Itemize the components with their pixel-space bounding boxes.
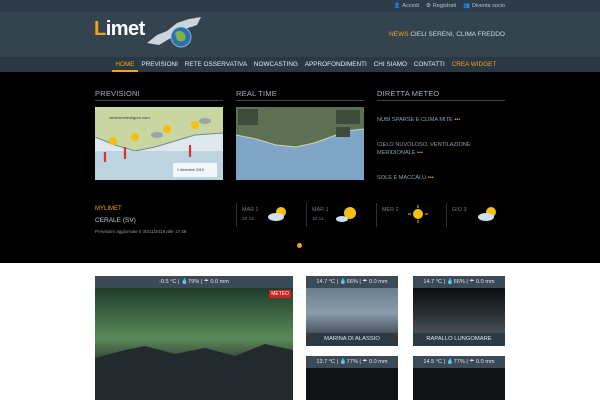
- forecast-map[interactable]: centrometeoligure.com 1 dicembre 2015: [95, 107, 223, 180]
- diretta-title[interactable]: DIRETTA METEO: [377, 89, 439, 98]
- news-ticker[interactable]: NEWS CIELI SERENI, CLIMA FREDDO: [389, 31, 505, 38]
- realtime-title[interactable]: REAL TIME: [236, 89, 277, 98]
- more-dots: •••: [454, 117, 461, 123]
- top-utility-bar: 👤 Accedi ⚙ Registrati 👥 Diventa socio: [0, 0, 600, 12]
- nav-contatti[interactable]: CONTATTI: [410, 57, 448, 72]
- diventa-socio-label: Diventa socio: [471, 3, 505, 9]
- forecast-temp: 10 12: [242, 217, 255, 222]
- registrati-label: Registrati: [432, 3, 457, 9]
- accedi-label: Accedi: [402, 3, 419, 9]
- previsioni-title[interactable]: PREVISIONI: [95, 89, 140, 98]
- nav-chi-siamo[interactable]: CHI SIAMO: [370, 57, 410, 72]
- sun-icon: [408, 205, 428, 223]
- divider: [95, 100, 223, 101]
- more-dots: •••: [427, 175, 434, 181]
- diretta-text: NUBI SPARSE E CLIMA MITE: [377, 117, 453, 123]
- realtime-map[interactable]: [236, 107, 364, 180]
- main-nav: HOME PREVISIONI RETE OSSERVATIVA NOWCAST…: [0, 57, 600, 72]
- webcam-stats: 14.5 °C | 💧77% | ☂ 0.0 mm: [413, 356, 505, 368]
- forecast-day[interactable]: MAR 1 10 11: [306, 203, 366, 227]
- forecast-day-label: MAR 1: [312, 207, 329, 213]
- webcam-tile[interactable]: 14.5 °C | 💧77% | ☂ 0.0 mm: [413, 356, 505, 400]
- gear-icon: ⚙: [425, 3, 431, 9]
- forecast-day-label: MAR 1: [242, 207, 259, 213]
- globe-logo-icon: [147, 17, 201, 48]
- nav-rete-osservativa[interactable]: RETE OSSERVATIVA: [181, 57, 250, 72]
- sun-cloud-icon: [336, 207, 356, 222]
- nav-home[interactable]: HOME: [112, 57, 138, 72]
- forecast-day-label: MER 2: [382, 207, 399, 213]
- nav-previsioni[interactable]: PREVISIONI: [138, 57, 181, 72]
- logo-text: imet: [105, 18, 146, 40]
- partly-cloudy-icon: [478, 207, 496, 221]
- diretta-item[interactable]: CIELO NUVOLOSO, VENTILAZIONE MERIDIONALE…: [377, 141, 477, 157]
- accedi-link[interactable]: 👤 Accedi: [394, 3, 419, 9]
- logo[interactable]: Limet: [94, 18, 145, 41]
- updated-text: Previsioni aggiornate il 30/11/2015 alle…: [95, 229, 187, 234]
- realtime-radar-icon: [236, 107, 364, 180]
- logo-initial: L: [94, 18, 106, 40]
- more-dots: •••: [417, 150, 423, 156]
- forecast-day-label: GIO 3: [452, 207, 467, 213]
- site-header: [0, 12, 600, 57]
- webcam-tile[interactable]: 13.7 °C | 💧77% | ☂ 0.0 mm: [306, 356, 398, 400]
- divider: [236, 100, 364, 101]
- forecast-day[interactable]: MER 2: [376, 203, 436, 227]
- diretta-text: SOLE E MACCALU: [377, 175, 427, 181]
- nav-crea-widget[interactable]: CREA WIDGET: [448, 57, 500, 72]
- webcam-stats: 14.7 °C | 💧66% | ☂ 0.0 mm: [306, 276, 398, 288]
- news-tag: NEWS: [389, 31, 409, 38]
- diretta-item[interactable]: SOLE E MACCALU •••: [377, 174, 477, 182]
- map-date-label: 1 dicembre 2015: [177, 168, 204, 172]
- diretta-text: CIELO NUVOLOSO, VENTILAZIONE MERIDIONALE: [377, 142, 471, 156]
- divider: [377, 100, 505, 101]
- registrati-link[interactable]: ⚙ Registrati: [426, 3, 456, 9]
- forecast-temp: 10 11: [312, 217, 324, 222]
- location-name[interactable]: CERALE (SV): [95, 217, 136, 224]
- map-site-label: centrometeoligure.com: [109, 115, 150, 120]
- forecast-day[interactable]: MAR 1 10 12: [236, 203, 296, 227]
- nav-nowcasting[interactable]: NOWCASTING: [251, 57, 302, 72]
- webcam-image: METEO: [95, 288, 293, 400]
- webcam-stats: 13.7 °C | 💧77% | ☂ 0.0 mm: [306, 356, 398, 368]
- webcam-stats: -0.5 °C | 💧79% | ☂ 0.0 mm: [95, 276, 293, 288]
- webcam-tile[interactable]: 14.7 °C | 💧66% | ☂ 0.0 mm MARINA DI ALAS…: [306, 276, 398, 346]
- webcam-stats: 14.7 °C | 💧66% | ☂ 0.0 mm: [413, 276, 505, 288]
- webcam-image: [306, 288, 398, 333]
- mountain-silhouette-icon: [95, 344, 293, 400]
- nav-approfondimenti[interactable]: APPROFONDIMENTI: [301, 57, 370, 72]
- diventa-socio-link[interactable]: 👥 Diventa socio: [463, 3, 505, 9]
- webcam-caption: RAPALLO LUNGOMARE: [413, 333, 505, 346]
- partly-cloudy-icon: [268, 207, 286, 221]
- forecast-day[interactable]: GIO 3: [446, 203, 506, 227]
- news-text: CIELI SERENI, CLIMA FREDDO: [410, 31, 505, 38]
- webcam-main[interactable]: -0.5 °C | 💧79% | ☂ 0.0 mm METEO: [95, 276, 293, 400]
- webcam-image: [413, 368, 505, 400]
- mylimet-label: MYLIMET: [95, 206, 122, 212]
- webcam-image: [306, 368, 398, 400]
- carousel-dot[interactable]: [297, 243, 302, 248]
- user-icon: 👤: [393, 3, 401, 9]
- diretta-item[interactable]: NUBI SPARSE E CLIMA MITE •••: [377, 116, 477, 124]
- webcam-image: [413, 288, 505, 333]
- webcam-caption: MARINA DI ALASSIO: [306, 333, 398, 346]
- webcam-tile[interactable]: 14.7 °C | 💧66% | ☂ 0.0 mm RAPALLO LUNGOM…: [413, 276, 505, 346]
- users-icon: 👥: [463, 3, 470, 9]
